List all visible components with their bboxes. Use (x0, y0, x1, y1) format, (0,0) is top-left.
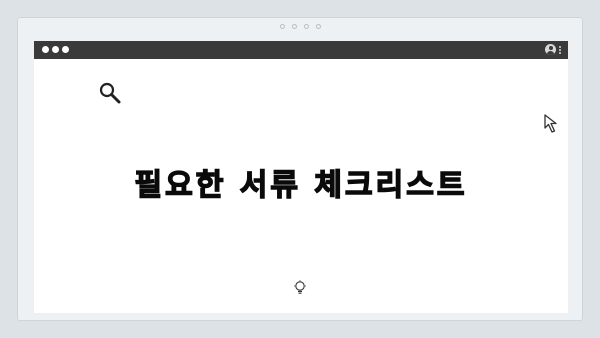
window-control-dot[interactable] (52, 46, 59, 53)
user-icon[interactable] (545, 44, 556, 55)
lightbulb-icon (293, 280, 307, 300)
page-dot (291, 24, 297, 29)
window-control-dot[interactable] (42, 46, 49, 53)
cursor-arrow-icon (543, 113, 563, 139)
window-controls (42, 46, 69, 53)
page-title: 필요한 서류 체크리스트 (134, 167, 468, 203)
titlebar-actions (545, 44, 561, 55)
window-titlebar (34, 41, 568, 59)
page-dot (315, 24, 321, 29)
browser-window: 필요한 서류 체크리스트 (34, 41, 568, 313)
pagination-dots (18, 24, 582, 29)
page-dot (279, 24, 285, 29)
outer-frame: 필요한 서류 체크리스트 (17, 17, 583, 321)
window-control-dot[interactable] (62, 46, 69, 53)
page-dot (303, 24, 309, 29)
kebab-menu-icon[interactable] (559, 45, 561, 54)
search-icon[interactable] (98, 81, 122, 109)
